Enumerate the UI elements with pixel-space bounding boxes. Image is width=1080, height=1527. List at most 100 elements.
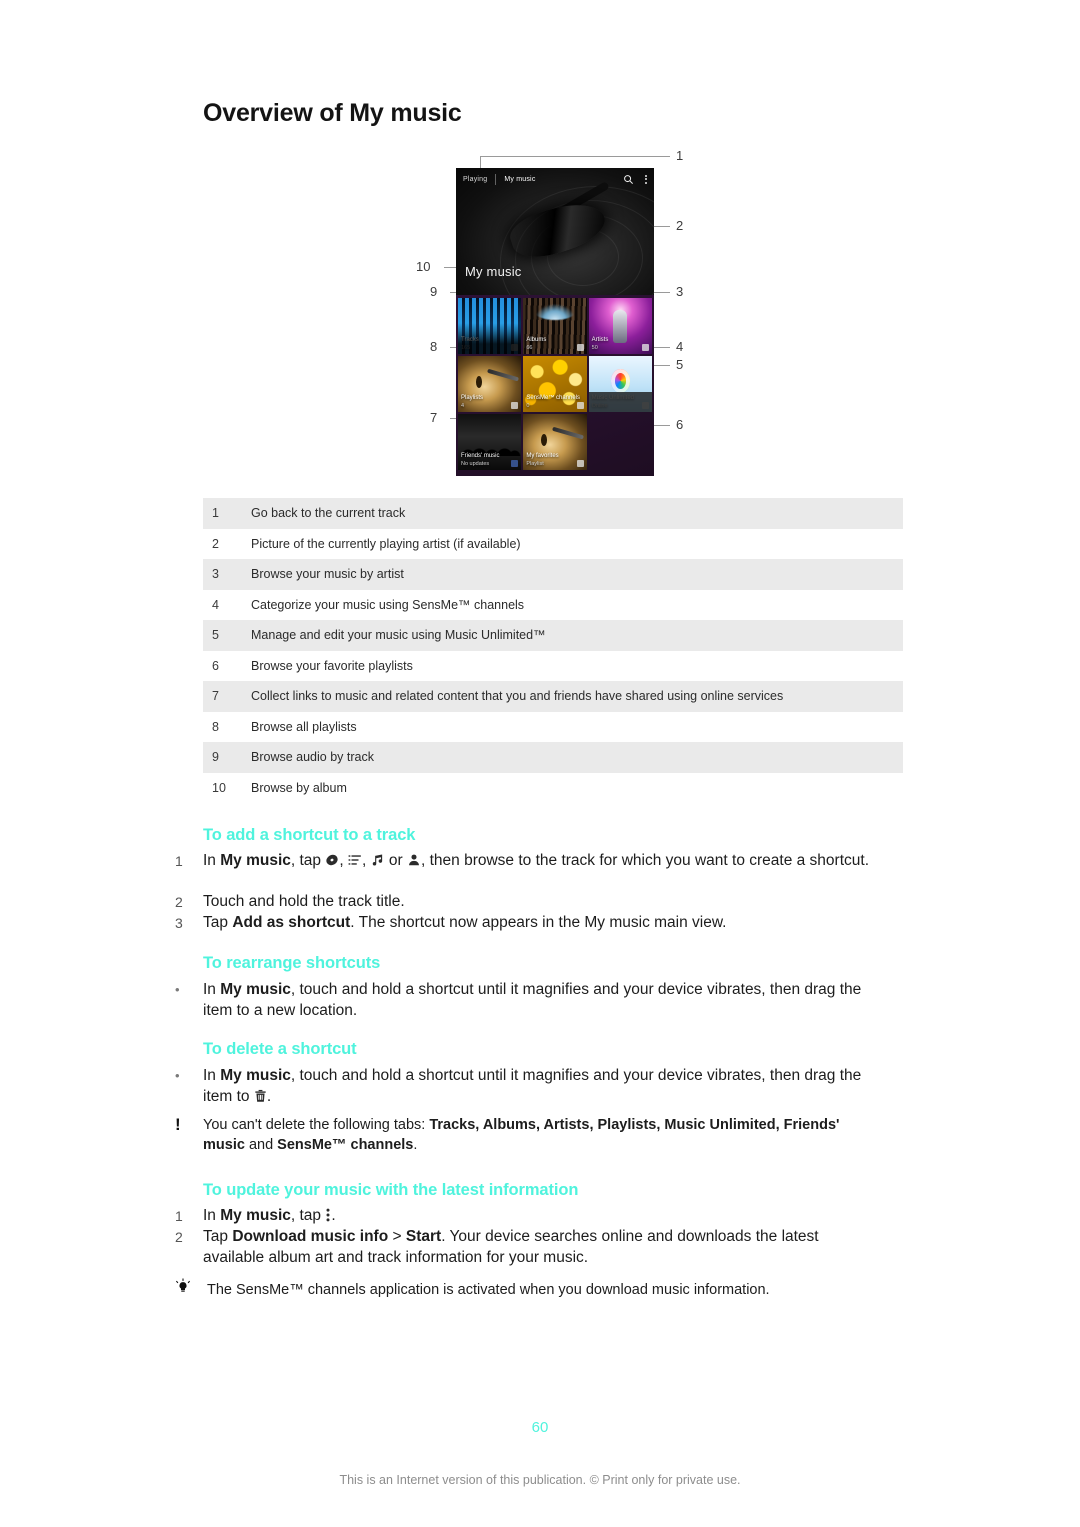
step-update-2: 2 Tap Download music info > Start. Your … — [175, 1227, 875, 1268]
row-description: Categorize your music using SensMe™ chan… — [251, 597, 525, 612]
row-number: 8 — [212, 719, 219, 734]
tile-label: My favorites — [526, 453, 559, 459]
callout-number-9: 9 — [430, 284, 438, 299]
tile-my-favorites[interactable]: My favorites Playlist — [523, 414, 587, 470]
table-row: 10 Browse by album — [203, 773, 903, 804]
tip-sensme: The SensMe™ channels application is acti… — [175, 1278, 875, 1300]
tile-label: Artists — [591, 337, 609, 343]
tile-label: Tracks — [461, 337, 479, 343]
row-number: 5 — [212, 628, 219, 643]
row-description: Browse your music by artist — [251, 567, 404, 582]
tile-tracks[interactable]: Tracks 165 — [458, 298, 522, 354]
tile-music-unlimited[interactable]: Music Unlimited Online — [588, 356, 652, 412]
step-text-b1: My music — [220, 1207, 291, 1224]
step-add-1: 1 In My music, tap , , or , then browse … — [175, 851, 875, 872]
step-text-p1: In — [203, 1207, 221, 1224]
row-description: Browse your favorite playlists — [251, 658, 413, 673]
tile-sublabel: 0 — [526, 403, 530, 409]
step-update-1: 1 In My music, tap . — [175, 1206, 875, 1227]
heading-delete-shortcut: To delete a shortcut — [203, 1040, 357, 1058]
tab-playing[interactable]: Playing — [463, 176, 487, 183]
bullet-text-p3: . — [266, 1087, 272, 1105]
overflow-menu-icon[interactable] — [642, 174, 647, 184]
callout-number-2: 2 — [676, 218, 684, 233]
callout-number-6: 6 — [676, 417, 684, 432]
tab-divider — [495, 173, 497, 185]
callout-reference-table: 1 Go back to the current track 2 Picture… — [203, 498, 903, 803]
tile-sublabel: 50 — [591, 345, 598, 351]
step-text-p2: , tap — [290, 852, 326, 869]
note-text-b2: SensMe™ channels — [277, 1137, 414, 1153]
disc-icon — [576, 344, 584, 351]
search-icon[interactable] — [623, 174, 634, 185]
step-text-b1: My music — [220, 852, 291, 869]
step-add-3: 3 Tap Add as shortcut. The shortcut now … — [175, 913, 875, 934]
bullet-text-p2: , touch and hold a shortcut until it mag… — [203, 981, 862, 1019]
bullet-text: In My music, touch and hold a shortcut u… — [203, 980, 875, 1021]
tile-sublabel: 66 — [526, 345, 533, 351]
row-description: Manage and edit your music using Music U… — [251, 628, 546, 643]
bullet-rearrange: • In My music, touch and hold a shortcut… — [175, 980, 875, 1021]
table-row: 9 Browse audio by track — [203, 742, 903, 773]
step-text-p1: Tap — [203, 1228, 233, 1245]
sensme-icon — [576, 402, 584, 409]
phone-screenshot: Playing My music My music Tracks 165 Alb… — [456, 168, 654, 476]
bullet-marker: • — [175, 1068, 180, 1083]
note-cannot-delete: ! You can't delete the following tabs: T… — [175, 1115, 875, 1155]
step-text-b1: Add as shortcut — [232, 914, 351, 931]
music-note-icon — [371, 853, 385, 867]
music-unlimited-icon — [641, 402, 649, 409]
bullet-text-b1: My music — [220, 981, 291, 998]
step-text-p1: In — [203, 852, 221, 869]
tile-friends-music[interactable]: Friends' music No updates — [458, 414, 522, 470]
table-row: 3 Browse your music by artist — [203, 559, 903, 590]
person-icon — [407, 853, 421, 867]
my-music-figure: 1 2 3 4 5 6 7 8 9 10 Playing My music My… — [190, 140, 890, 490]
page-title: Overview of My music — [203, 99, 462, 127]
tile-label: Music Unlimited — [591, 395, 634, 401]
shortcut-tile-grid: Tracks 165 Albums 66 Artists 50 Playlist… — [456, 295, 654, 476]
list-icon — [348, 853, 362, 867]
sep-or: or — [384, 852, 407, 869]
tile-sublabel: Online — [591, 403, 608, 409]
row-description: Collect links to music and related conte… — [251, 689, 784, 704]
row-description: Browse by album — [251, 780, 347, 795]
callout-number-3: 3 — [676, 284, 684, 299]
tile-albums[interactable]: Albums 66 — [523, 298, 587, 354]
tile-playlists[interactable]: Playlists 4 — [458, 356, 522, 412]
tile-sublabel: No updates — [461, 461, 490, 467]
step-text-p3: , then browse to the track for which you… — [421, 852, 870, 869]
tile-sublabel: Playlist — [526, 461, 544, 467]
table-row: 4 Categorize your music using SensMe™ ch… — [203, 590, 903, 621]
playlist-icon — [576, 460, 584, 467]
note-text-p3: . — [413, 1137, 418, 1153]
tile-sensme-channels[interactable]: SensMe™ channels 0 — [523, 356, 587, 412]
row-number: 3 — [212, 567, 219, 582]
row-number: 9 — [212, 750, 219, 765]
leader-line-1 — [480, 156, 670, 157]
bullet-text-p1: In — [203, 1067, 221, 1084]
table-row: 5 Manage and edit your music using Music… — [203, 620, 903, 651]
step-text-p1: Tap — [203, 914, 233, 931]
note-text-p2: and — [244, 1137, 278, 1153]
tile-label: Playlists — [461, 395, 484, 401]
document-page: Overview of My music 1 2 3 4 5 6 7 8 9 1… — [0, 0, 1080, 1527]
trash-icon — [254, 1089, 267, 1103]
callout-number-8: 8 — [430, 339, 438, 354]
bullet-text-b1: My music — [220, 1067, 291, 1084]
tile-artists[interactable]: Artists 50 — [588, 298, 652, 354]
step-marker: 2 — [175, 1229, 183, 1245]
music-note-icon — [511, 344, 519, 351]
footer-note: This is an Internet version of this publ… — [339, 1473, 741, 1487]
tile-sublabel: 4 — [461, 403, 465, 409]
bullet-text: In My music, touch and hold a shortcut u… — [203, 1066, 875, 1107]
table-row: 6 Browse your favorite playlists — [203, 651, 903, 682]
disc-icon — [325, 853, 339, 867]
sep-comma-2: , — [361, 852, 371, 869]
callout-number-4: 4 — [676, 339, 684, 354]
step-text-p2: > — [388, 1228, 406, 1245]
facebook-icon — [511, 460, 519, 467]
step-marker: 2 — [175, 894, 183, 910]
note-text-p1: You can't delete the following tabs: — [203, 1117, 430, 1133]
tab-my-music[interactable]: My music — [504, 176, 535, 183]
